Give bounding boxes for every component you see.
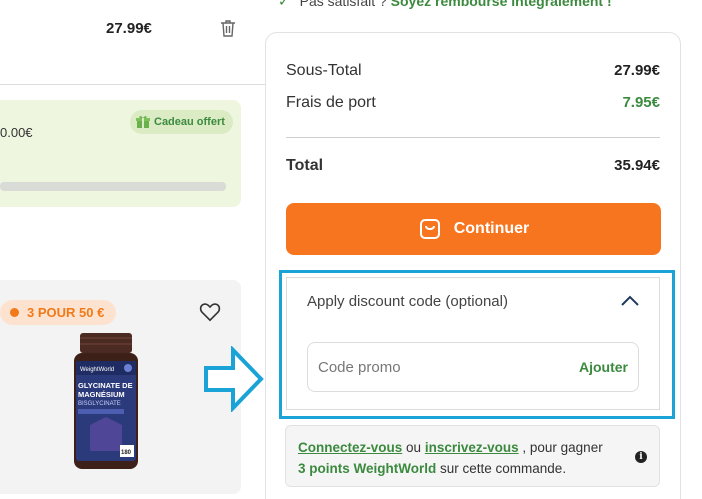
arrow-right-icon (204, 346, 264, 412)
bottle-count: 180 (121, 450, 132, 456)
cart-item-price: 27.99€ (106, 20, 152, 37)
gift-progress-panel: 0.00€ Cadeau offert (0, 100, 241, 207)
or-text: ou (406, 440, 422, 455)
bottle-line-1: GLYCINATE DE (78, 381, 133, 390)
continue-label: Continuer (453, 220, 530, 237)
total-value: 35.94€ (614, 157, 660, 174)
promo-dot (10, 308, 19, 317)
gift-amount: 0.00€ (0, 125, 33, 140)
highlight-frame (279, 270, 675, 419)
guarantee-highlight: Soyez remboursé intégralement ! (390, 0, 612, 9)
shipping-row: Frais de port 7.95€ (286, 94, 660, 112)
cart-line-item: 27.99€ (0, 0, 268, 85)
total-row: Total 35.94€ (286, 157, 660, 175)
promo-badge-label: 3 POUR 50 € (27, 305, 105, 320)
shipping-value: 7.95€ (622, 94, 660, 111)
cart-bag-icon (419, 219, 440, 239)
summary-divider (286, 137, 660, 138)
subtotal-value: 27.99€ (614, 62, 660, 79)
product-bottle-image[interactable]: WeightWorld GLYCINATE DE MAGNÉSIUM BISGL… (66, 333, 146, 473)
subtotal-row: Sous-Total 27.99€ (286, 62, 660, 80)
check-icon: ✓ (278, 0, 290, 9)
points-amount: 3 points WeightWorld (298, 461, 437, 476)
bottle-line-3: BISGLYCINATE (78, 401, 121, 407)
gift-progress-bar (0, 182, 226, 191)
heart-icon[interactable] (199, 302, 221, 322)
shipping-label: Frais de port (286, 94, 376, 111)
gift-badge: Cadeau offert (130, 110, 233, 134)
signup-link[interactable]: inscrivez-vous (425, 440, 519, 455)
continue-button[interactable]: Continuer (286, 203, 661, 255)
login-link[interactable]: Connectez-vous (298, 440, 402, 455)
guarantee-text: Pas satisfait ? (299, 0, 387, 9)
promo-badge: 3 POUR 50 € (0, 300, 117, 325)
info-icon[interactable]: i (635, 451, 647, 463)
subtotal-label: Sous-Total (286, 62, 362, 79)
points-info-box: Connectez-vous ou inscrivez-vous , pour … (285, 425, 660, 487)
total-label: Total (286, 157, 324, 174)
guarantee-line: ✓ Pas satisfait ? Soyez remboursé intégr… (278, 0, 612, 10)
points-end-text: sur cette commande. (440, 461, 567, 476)
bottle-brand: WeightWorld (80, 367, 114, 373)
gift-icon (136, 116, 150, 128)
points-middle-text: , pour gagner (522, 440, 603, 455)
bottle-line-2: MAGNÉSIUM (78, 390, 125, 399)
gift-badge-label: Cadeau offert (154, 116, 225, 128)
trash-icon[interactable] (220, 19, 236, 37)
